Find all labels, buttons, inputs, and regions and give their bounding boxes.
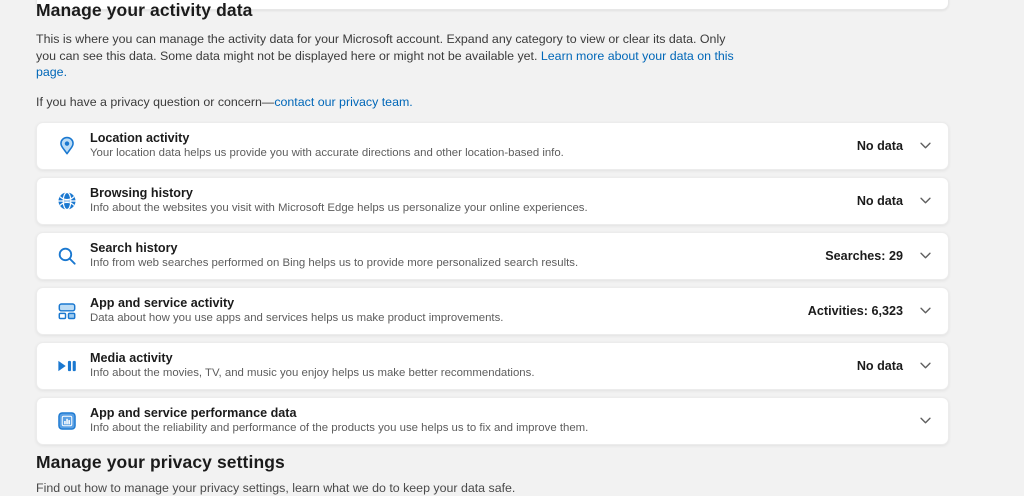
chevron-down-icon[interactable] [919, 414, 932, 427]
category-title: Search history [90, 241, 825, 256]
category-status: No data [857, 194, 903, 208]
globe-icon [56, 190, 78, 212]
privacy-settings-title: Manage your privacy settings [36, 452, 949, 473]
page-title: Manage your activity data [36, 0, 949, 21]
chevron-down-icon[interactable] [919, 249, 932, 262]
activity-category-card[interactable]: Browsing history Info about the websites… [36, 177, 949, 225]
category-status: No data [857, 139, 903, 153]
category-description: Info from web searches performed on Bing… [90, 257, 825, 271]
category-status: Searches: 29 [825, 249, 903, 263]
category-description: Info about the reliability and performan… [90, 422, 903, 436]
activity-category-card[interactable]: App and service activity Data about how … [36, 287, 949, 335]
category-status: No data [857, 359, 903, 373]
search-icon [56, 245, 78, 267]
performance-chart-icon [56, 410, 78, 432]
apps-icon [56, 300, 78, 322]
category-title: Location activity [90, 131, 857, 146]
chevron-down-icon[interactable] [919, 359, 932, 372]
category-title: Browsing history [90, 186, 857, 201]
activity-category-card[interactable]: App and service performance data Info ab… [36, 397, 949, 445]
activity-category-card[interactable]: Location activity Your location data hel… [36, 122, 949, 170]
activity-category-card[interactable]: Media activity Info about the movies, TV… [36, 342, 949, 390]
category-title: App and service activity [90, 296, 808, 311]
chevron-down-icon[interactable] [919, 139, 932, 152]
category-description: Your location data helps us provide you … [90, 147, 857, 161]
media-play-pause-icon [56, 355, 78, 377]
activity-category-card[interactable]: Search history Info from web searches pe… [36, 232, 949, 280]
contact-privacy-team-link[interactable]: contact our privacy team. [274, 95, 412, 109]
privacy-question-line: If you have a privacy question or concer… [36, 94, 949, 110]
category-title: App and service performance data [90, 406, 903, 421]
privacy-question-text: If you have a privacy question or concer… [36, 95, 274, 109]
category-description: Info about the movies, TV, and music you… [90, 367, 857, 381]
category-description: Data about how you use apps and services… [90, 312, 808, 326]
category-description: Info about the websites you visit with M… [90, 202, 857, 216]
activity-data-page: Manage your activity data This is where … [36, 0, 949, 496]
intro-paragraph: This is where you can manage the activit… [36, 31, 736, 81]
category-title: Media activity [90, 351, 857, 366]
chevron-down-icon[interactable] [919, 194, 932, 207]
chevron-down-icon[interactable] [919, 304, 932, 317]
location-pin-icon [56, 135, 78, 157]
activity-category-list: Location activity Your location data hel… [36, 122, 949, 445]
category-status: Activities: 6,323 [808, 304, 903, 318]
privacy-settings-intro-clipped: Find out how to manage your privacy sett… [36, 480, 736, 496]
